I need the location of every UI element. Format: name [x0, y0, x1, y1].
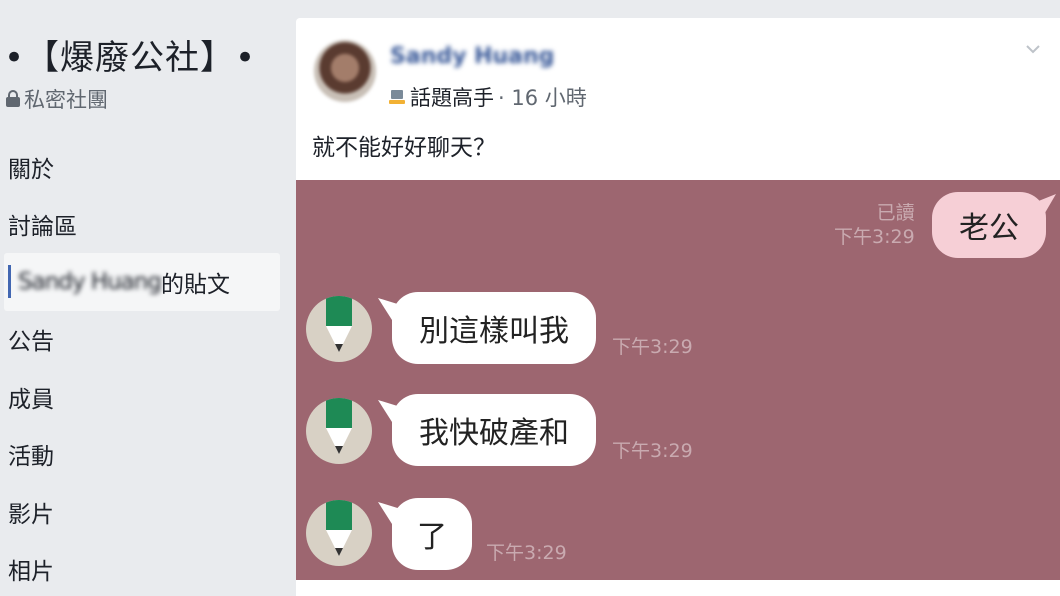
- sender-avatar: [306, 398, 372, 464]
- group-nav: 關於 討論區 Sandy Huang 的貼文 公告 成員 活動 影片 相片: [0, 138, 280, 596]
- sidebar-item-label: 相片: [8, 559, 54, 586]
- read-receipt: 已讀 下午3:29: [834, 202, 915, 250]
- sidebar-item-label: 活動: [8, 444, 54, 471]
- message-time: 下午3:29: [612, 336, 693, 358]
- sidebar-item-label: 的貼文: [160, 271, 230, 298]
- group-title[interactable]: •【爆廢公社】•: [4, 30, 256, 79]
- sidebar-item-photos[interactable]: 相片: [0, 541, 280, 596]
- sidebar-item-members[interactable]: 成員: [0, 368, 280, 426]
- post-meta: 話題高手 · 16 小時: [388, 82, 587, 112]
- sender-avatar: [306, 296, 372, 362]
- message-text: 我快破產和: [419, 416, 569, 451]
- sidebar-item-blurred-name: Sandy Huang: [18, 268, 162, 295]
- sidebar-item-videos[interactable]: 影片: [0, 483, 280, 541]
- sidebar-item-events[interactable]: 活動: [0, 426, 280, 484]
- message-time: 下午3:29: [486, 542, 567, 564]
- group-privacy: 私密社團: [6, 84, 108, 114]
- badge-icon: [389, 90, 405, 104]
- pencil-icon: [326, 296, 352, 352]
- sidebar-item-label: 關於: [8, 156, 54, 183]
- message-text: 別這樣叫我: [419, 314, 569, 349]
- post-card: Sandy Huang 話題高手 · 16 小時 就不能好好聊天？ 已讀 下午3…: [296, 18, 1060, 596]
- message-bubble-incoming: 了: [392, 498, 472, 570]
- sidebar-item-label: 公告: [8, 329, 54, 356]
- message-bubble-incoming: 我快破產和: [392, 394, 596, 466]
- badge-label[interactable]: 話題高手: [410, 82, 494, 112]
- message-bubble-outgoing: 老公: [932, 192, 1046, 258]
- sidebar-item-member-posts[interactable]: Sandy Huang 的貼文: [4, 253, 280, 311]
- chat-screenshot[interactable]: 已讀 下午3:29 老公 別這樣叫我 下午3:29 我快破產和 下午3:29 了…: [296, 180, 1060, 580]
- sender-avatar: [306, 500, 372, 566]
- chevron-down-icon[interactable]: [1024, 40, 1042, 58]
- message-text: 老公: [959, 211, 1019, 246]
- pencil-icon: [326, 500, 352, 556]
- sidebar-item-announcements[interactable]: 公告: [0, 311, 280, 369]
- sidebar-item-label: 成員: [8, 386, 54, 413]
- author-avatar[interactable]: [314, 40, 376, 102]
- message-time: 下午3:29: [612, 440, 693, 462]
- sidebar-item-about[interactable]: 關於: [0, 138, 280, 196]
- sidebar-item-label: 討論區: [8, 214, 77, 241]
- sidebar-item-discussion[interactable]: 討論區: [0, 196, 280, 254]
- message-bubble-incoming: 別這樣叫我: [392, 292, 596, 364]
- group-sidebar: •【爆廢公社】• 私密社團 關於 討論區 Sandy Huang 的貼文 公告 …: [0, 0, 285, 596]
- sidebar-item-label: 影片: [8, 501, 54, 528]
- post-timestamp[interactable]: · 16 小時: [498, 82, 587, 112]
- message-text: 了: [417, 520, 447, 555]
- author-name[interactable]: Sandy Huang: [390, 44, 554, 69]
- post-text: 就不能好好聊天？: [312, 135, 496, 161]
- read-label: 已讀: [876, 202, 915, 224]
- lock-icon: [6, 90, 20, 108]
- group-privacy-label: 私密社團: [24, 88, 108, 112]
- message-time: 下午3:29: [834, 225, 915, 248]
- pencil-icon: [326, 398, 352, 454]
